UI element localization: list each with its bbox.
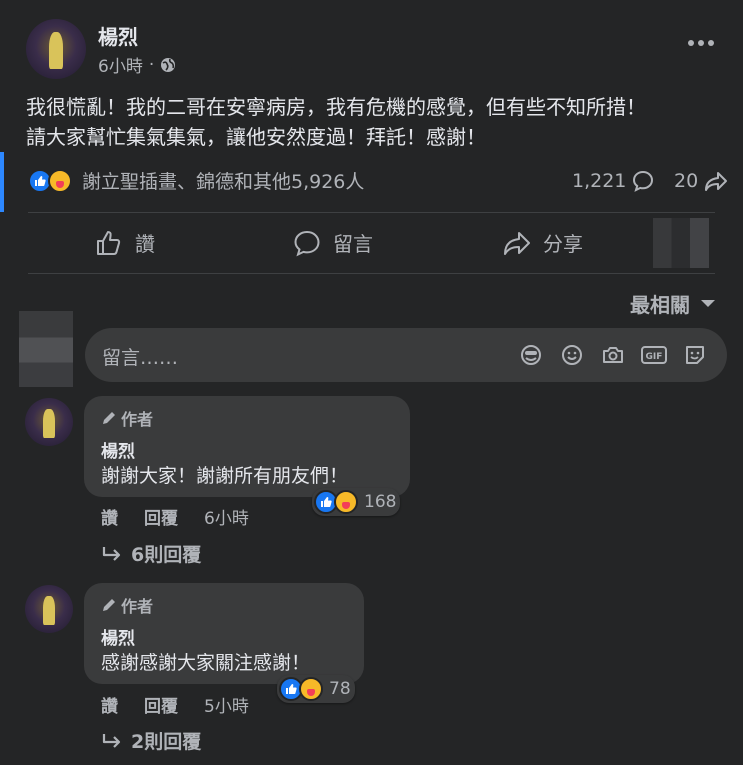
post-author-name[interactable]: 楊烈 — [98, 21, 138, 50]
comment-bubble: 作者 楊烈 感謝感謝大家關注感謝！ — [84, 583, 364, 684]
reactions-summary[interactable]: 謝立聖插畫、錦德和其他5,926人 — [28, 167, 364, 194]
comment-reply-button[interactable]: 回覆 — [144, 504, 178, 529]
reaction-count: 168 — [364, 492, 397, 512]
divider — [28, 212, 715, 213]
comment-button[interactable]: 留言 — [293, 228, 373, 257]
reply-arrow-icon — [102, 546, 121, 561]
post-text-line: 我很慌亂！我的二哥在安寧病房，我有危機的感覺，但有些不知所措！ — [26, 95, 646, 119]
author-badge: 作者 — [101, 593, 153, 617]
svg-text:GIF: GIF — [646, 352, 663, 362]
sort-dropdown[interactable]: 最相關 — [630, 289, 716, 318]
gif-icon[interactable]: GIF — [641, 342, 667, 368]
current-user-avatar — [19, 311, 73, 387]
comment-avatar[interactable] — [25, 398, 73, 446]
post-time[interactable]: 6小時 — [98, 52, 143, 77]
accent-bar — [0, 152, 4, 212]
comment-icon — [294, 230, 320, 256]
author-avatar[interactable] — [26, 19, 86, 79]
post-meta: 6小時 · — [98, 52, 176, 77]
blurred-avatar — [653, 218, 709, 268]
share-button[interactable]: 分享 — [503, 228, 583, 257]
care-reaction-icon — [48, 168, 72, 193]
camera-icon[interactable] — [600, 342, 626, 368]
comment-bubble: 作者 楊烈 謝謝大家！謝謝所有朋友們！ — [84, 396, 410, 497]
comment-reactions[interactable]: 168 — [312, 488, 401, 516]
sort-label: 最相關 — [630, 293, 690, 317]
share-arrow-icon — [705, 172, 728, 191]
view-replies-button[interactable]: 2則回覆 — [101, 727, 201, 754]
care-reaction-icon — [299, 677, 323, 701]
globe-icon — [161, 57, 176, 72]
thumbs-up-icon — [97, 230, 121, 255]
reply-arrow-icon — [102, 733, 121, 748]
divider — [28, 273, 715, 274]
comment-text: 謝謝大家！謝謝所有朋友們！ — [101, 465, 349, 487]
comment-text: 感謝感謝大家關注感謝！ — [101, 652, 311, 674]
share-label: 分享 — [543, 232, 583, 256]
comment-avatar[interactable] — [25, 585, 73, 633]
avatar-sticker-icon[interactable] — [518, 342, 544, 368]
post-text: 我很慌亂！我的二哥在安寧病房，我有危機的感覺，但有些不知所措！ 請大家幫忙集氣集… — [26, 92, 646, 152]
care-reaction-icon — [334, 490, 358, 514]
comment-author[interactable]: 楊烈 — [101, 624, 135, 649]
comment-actions: 讚 回覆 5小時 — [101, 692, 249, 717]
comment-like-button[interactable]: 讚 — [101, 692, 118, 717]
replies-label: 6則回覆 — [131, 544, 202, 566]
comment-input[interactable]: 留言…… — [102, 343, 178, 370]
share-count-value: 20 — [674, 170, 699, 192]
comment-count-value: 1,221 — [572, 170, 627, 192]
author-badge-label: 作者 — [121, 597, 154, 616]
pencil-icon — [103, 412, 115, 424]
comment-time[interactable]: 5小時 — [204, 692, 249, 717]
share-icon — [504, 231, 530, 255]
reaction-count: 78 — [329, 679, 351, 699]
replies-label: 2則回覆 — [131, 731, 202, 753]
post-text-line: 請大家幫忙集氣集氣，讓他安然度過！拜託！感謝！ — [26, 125, 486, 149]
comment-actions: 讚 回覆 6小時 — [101, 504, 249, 529]
comment-label: 留言 — [333, 232, 373, 256]
like-label: 讚 — [135, 232, 155, 256]
view-replies-button[interactable]: 6則回覆 — [101, 540, 201, 567]
comment-reactions[interactable]: 78 — [277, 675, 355, 703]
author-badge-label: 作者 — [121, 410, 154, 429]
author-badge: 作者 — [101, 406, 153, 430]
comment-icon — [633, 170, 654, 192]
pencil-icon — [103, 599, 115, 611]
emoji-icon[interactable] — [559, 342, 585, 368]
sticker-icon[interactable] — [682, 342, 708, 368]
comment-reply-button[interactable]: 回覆 — [144, 692, 178, 717]
more-options-icon[interactable] — [688, 40, 714, 46]
comment-time[interactable]: 6小時 — [204, 504, 249, 529]
comment-author[interactable]: 楊烈 — [101, 437, 135, 462]
share-count[interactable]: 20 — [674, 170, 728, 192]
comment-input-box[interactable]: 留言…… GIF — [85, 328, 727, 382]
comment-count[interactable]: 1,221 — [572, 170, 654, 192]
comment-like-button[interactable]: 讚 — [101, 504, 118, 529]
like-button[interactable]: 讚 — [95, 228, 155, 257]
chevron-down-icon — [701, 299, 715, 307]
reactions-text: 謝立聖插畫、錦德和其他5,926人 — [82, 171, 365, 193]
